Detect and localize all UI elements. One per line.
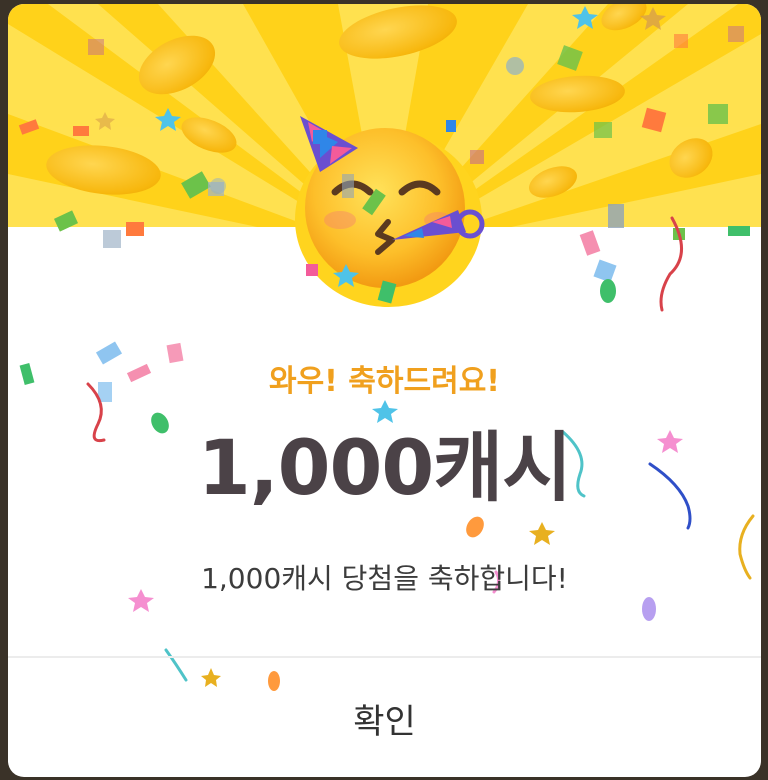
confirm-button[interactable]: 확인: [8, 659, 761, 777]
reward-amount: 1,000캐시: [197, 423, 572, 512]
reward-dialog: 와우! 축하드려요! 1,000캐시 1,000캐시 당첨을 축하합니다! 확인: [8, 4, 761, 777]
reward-message: 1,000캐시 당첨을 축하합니다!: [201, 562, 568, 595]
congrats-title: 와우! 축하드려요!: [268, 364, 500, 399]
party-face-emoji: [300, 116, 485, 288]
divider: [8, 656, 761, 658]
